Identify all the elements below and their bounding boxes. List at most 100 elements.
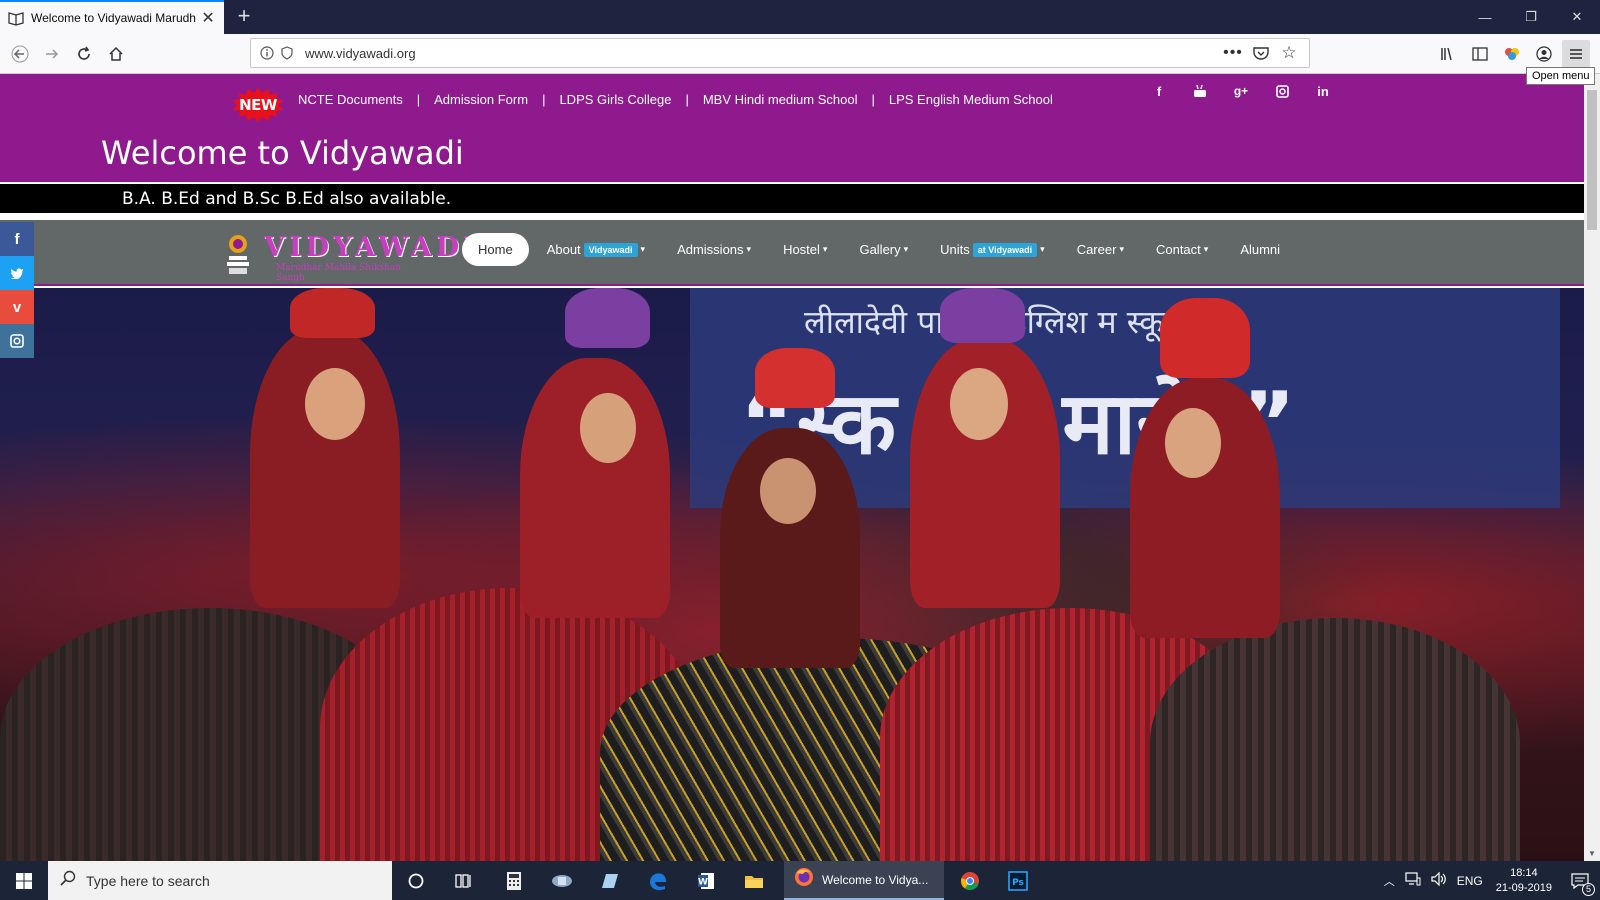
web-page: NEW NCTE Documents | Admission Form | LD… bbox=[0, 74, 1584, 861]
language-indicator[interactable]: ENG bbox=[1457, 874, 1483, 888]
instagram-icon[interactable] bbox=[0, 324, 34, 358]
file-explorer-icon[interactable] bbox=[730, 861, 778, 900]
chevron-up-icon[interactable]: ︿ bbox=[1384, 873, 1395, 889]
clock-time: 18:14 bbox=[1510, 866, 1538, 879]
notification-count: 5 bbox=[1582, 882, 1595, 896]
linkedin-icon[interactable]: in bbox=[1314, 82, 1332, 100]
nav-units[interactable]: Units at Vidyawadi ▾ bbox=[924, 233, 1061, 266]
top-links: NCTE Documents | Admission Form | LDPS G… bbox=[298, 92, 1053, 107]
calculator-icon[interactable] bbox=[490, 861, 538, 900]
link-ncte-documents[interactable]: NCTE Documents bbox=[298, 92, 403, 107]
photoshop-icon[interactable]: Ps bbox=[994, 861, 1042, 900]
separator: | bbox=[871, 92, 875, 107]
dancer-face bbox=[1165, 408, 1221, 478]
svg-text:Ps: Ps bbox=[1012, 878, 1024, 888]
separator: | bbox=[542, 92, 546, 107]
pot bbox=[565, 288, 650, 348]
search-placeholder: Type here to search bbox=[86, 872, 210, 889]
clock[interactable]: 18:14 21-09-2019 bbox=[1496, 866, 1552, 896]
nav-hostel[interactable]: Hostel ▾ bbox=[767, 233, 843, 266]
logo-subtitle: Marudhar Mahila Shikshan Sangh bbox=[276, 263, 401, 283]
link-admission-form[interactable]: Admission Form bbox=[434, 92, 528, 107]
account-icon[interactable] bbox=[1530, 40, 1558, 68]
windows-start-icon[interactable] bbox=[0, 861, 48, 900]
chrome-icon[interactable] bbox=[946, 861, 994, 900]
hamburger-menu-icon[interactable] bbox=[1562, 40, 1590, 68]
info-icon[interactable] bbox=[257, 43, 277, 63]
scroll-down-arrow[interactable]: ▼ bbox=[1584, 845, 1600, 861]
ticker-text: B.A. B.Ed and B.Sc B.Ed also available. bbox=[122, 189, 452, 209]
word-icon[interactable]: W bbox=[682, 861, 730, 900]
nav-home[interactable]: Home bbox=[462, 233, 529, 266]
address-bar[interactable]: www.vidyawadi.org ••• ☆ bbox=[250, 38, 1310, 68]
nav-career[interactable]: Career ▾ bbox=[1061, 233, 1140, 266]
clock-date: 21-09-2019 bbox=[1495, 881, 1552, 894]
volume-icon[interactable] bbox=[1431, 871, 1447, 889]
browser-tab[interactable]: Welcome to Vidyawadi Marudh ✕ bbox=[0, 0, 224, 34]
back-button[interactable] bbox=[6, 40, 34, 68]
pot bbox=[940, 288, 1025, 343]
link-lps-english-school[interactable]: LPS English Medium School bbox=[889, 92, 1053, 107]
window-close-button[interactable]: ✕ bbox=[1554, 0, 1600, 34]
notes-app-icon[interactable] bbox=[586, 861, 634, 900]
extension-icon[interactable] bbox=[1498, 40, 1526, 68]
firefox-taskbar-button[interactable]: Welcome to Vidya... bbox=[784, 861, 944, 900]
search-icon bbox=[60, 870, 76, 891]
cortana-icon[interactable] bbox=[392, 861, 440, 900]
chevron-down-icon: ▾ bbox=[1203, 244, 1209, 254]
active-window-label: Welcome to Vidya... bbox=[822, 872, 929, 887]
nav-contact[interactable]: Contact ▾ bbox=[1140, 233, 1224, 266]
edge-icon[interactable] bbox=[634, 861, 682, 900]
home-button[interactable] bbox=[102, 40, 130, 68]
chevron-down-icon: ▾ bbox=[822, 244, 828, 254]
link-ldps-girls-college[interactable]: LDPS Girls College bbox=[559, 92, 671, 107]
link-mbv-hindi-school[interactable]: MBV Hindi medium School bbox=[703, 92, 858, 107]
app-icon[interactable] bbox=[538, 861, 586, 900]
main-navigation: VIDYAWADI Marudhar Mahila Shikshan Sangh… bbox=[0, 220, 1584, 286]
restore-button[interactable]: ❐ bbox=[1508, 0, 1554, 34]
nav-alumni[interactable]: Alumni bbox=[1224, 233, 1296, 266]
scroll-thumb[interactable] bbox=[1587, 90, 1597, 230]
task-view-icon[interactable] bbox=[440, 861, 488, 900]
chevron-down-icon: ▾ bbox=[746, 244, 752, 254]
network-icon[interactable] bbox=[1405, 872, 1421, 889]
pot bbox=[290, 288, 375, 338]
url-text[interactable]: www.vidyawadi.org bbox=[305, 46, 1219, 61]
google-plus-icon[interactable]: g+ bbox=[1232, 82, 1250, 100]
bookmark-star-icon[interactable]: ☆ bbox=[1275, 41, 1303, 65]
new-tab-button[interactable]: + bbox=[232, 5, 256, 29]
pocket-icon[interactable] bbox=[1247, 41, 1275, 65]
twitter-icon[interactable] bbox=[0, 256, 34, 290]
dancer-skirt bbox=[1150, 618, 1520, 861]
firefox-icon bbox=[794, 867, 814, 892]
emblem-icon bbox=[227, 235, 249, 274]
close-icon[interactable]: ✕ bbox=[200, 10, 216, 27]
dancer-face bbox=[950, 368, 1008, 440]
taskbar: Type here to search W Welcome to Vidya..… bbox=[0, 861, 1600, 900]
facebook-icon[interactable]: f bbox=[0, 222, 34, 256]
page-scrollbar[interactable]: ▲ ▼ bbox=[1584, 74, 1600, 861]
shield-icon[interactable] bbox=[277, 43, 297, 63]
minimize-button[interactable]: — bbox=[1462, 0, 1508, 34]
forward-button[interactable] bbox=[38, 40, 66, 68]
nav-gallery[interactable]: Gallery ▾ bbox=[843, 233, 924, 266]
nav-admissions[interactable]: Admissions ▾ bbox=[661, 233, 767, 266]
library-icon[interactable] bbox=[1434, 40, 1462, 68]
chevron-down-icon: ▾ bbox=[1119, 244, 1124, 254]
about-badge: Vidyawadi bbox=[583, 242, 638, 257]
dancer-face bbox=[580, 393, 636, 463]
taskbar-search[interactable]: Type here to search bbox=[48, 861, 392, 900]
youtube-icon[interactable] bbox=[1191, 82, 1209, 100]
top-header: NEW NCTE Documents | Admission Form | LD… bbox=[0, 74, 1584, 182]
chevron-down-icon: ▾ bbox=[903, 244, 909, 254]
site-logo[interactable]: VIDYAWADI Marudhar Mahila Shikshan Sangh bbox=[224, 232, 476, 283]
notification-icon[interactable]: 5 bbox=[1565, 866, 1595, 896]
sidebar-icon[interactable] bbox=[1466, 40, 1494, 68]
reload-button[interactable] bbox=[70, 40, 98, 68]
vimeo-icon[interactable]: v bbox=[0, 290, 34, 324]
more-icon[interactable]: ••• bbox=[1219, 41, 1247, 65]
instagram-icon[interactable] bbox=[1273, 82, 1291, 100]
svg-text:W: W bbox=[698, 877, 708, 887]
nav-about[interactable]: About Vidyawadi ▾ bbox=[531, 233, 661, 266]
facebook-icon[interactable]: f bbox=[1150, 82, 1168, 100]
